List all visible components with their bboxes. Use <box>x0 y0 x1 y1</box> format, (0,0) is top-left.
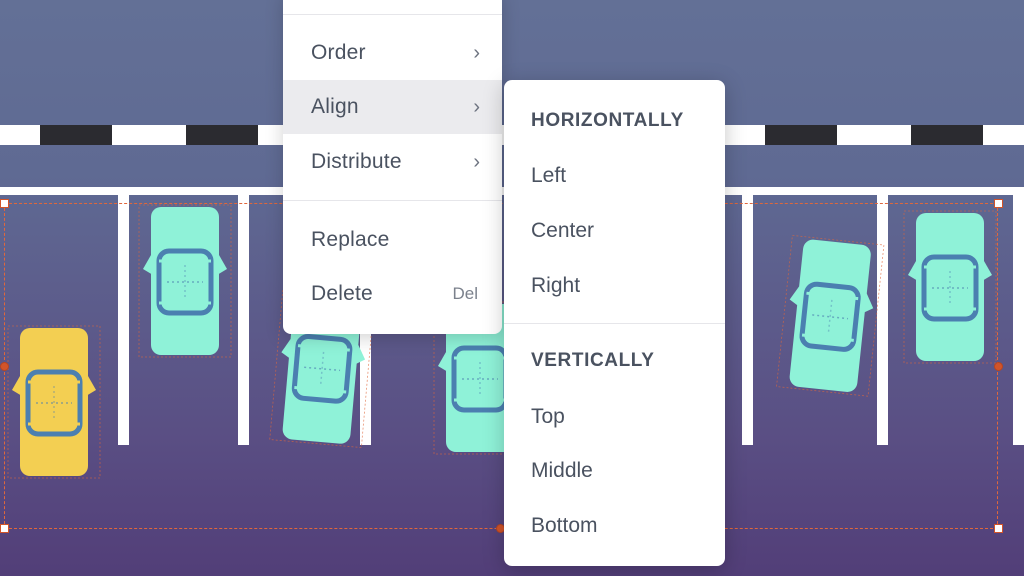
menu-item-label: Replace <box>311 228 390 251</box>
menu-item-order[interactable]: Order › <box>283 26 502 80</box>
parking-divider <box>1013 195 1024 445</box>
menu-item-label: Distribute <box>311 150 402 173</box>
resize-handle-bottom-left[interactable] <box>0 524 9 533</box>
road-dash <box>765 125 837 145</box>
menu-item-distribute[interactable]: Distribute › <box>283 135 502 189</box>
align-top-option[interactable]: Top <box>531 405 565 429</box>
resize-handle-top-right[interactable] <box>994 199 1003 208</box>
menu-item-label: Align <box>311 95 359 118</box>
align-bottom-option[interactable]: Bottom <box>531 514 598 538</box>
menu-separator <box>283 14 502 15</box>
align-left-option[interactable]: Left <box>531 164 566 188</box>
align-right-option[interactable]: Right <box>531 274 580 298</box>
resize-handle-bottom-right[interactable] <box>994 524 1003 533</box>
road-dash <box>40 125 112 145</box>
road-dash <box>186 125 258 145</box>
menu-separator <box>504 323 725 324</box>
menu-item-replace[interactable]: Replace <box>283 213 502 267</box>
vertical-heading: VERTICALLY <box>531 350 655 371</box>
menu-item-align[interactable]: Align › <box>283 80 502 134</box>
chevron-right-icon: › <box>473 41 480 64</box>
shortcut-label: Del <box>452 284 478 303</box>
resize-handle-right[interactable] <box>994 362 1003 371</box>
resize-handle-top-left[interactable] <box>0 199 9 208</box>
menu-item-label: Delete <box>311 282 373 305</box>
resize-handle-left[interactable] <box>0 362 9 371</box>
menu-separator <box>283 200 502 201</box>
horizontal-heading: HORIZONTALLY <box>531 110 684 131</box>
align-center-option[interactable]: Center <box>531 219 594 243</box>
road-dash <box>911 125 983 145</box>
menu-item-delete[interactable]: Delete Del <box>283 267 502 321</box>
align-submenu: HORIZONTALLY Left Center Right VERTICALL… <box>504 80 725 566</box>
chevron-right-icon: › <box>473 95 480 118</box>
chevron-right-icon: › <box>473 150 480 173</box>
menu-item-label: Order <box>311 41 366 64</box>
context-menu: Order › Align › Distribute › Replace Del… <box>283 0 502 334</box>
align-middle-option[interactable]: Middle <box>531 459 593 483</box>
